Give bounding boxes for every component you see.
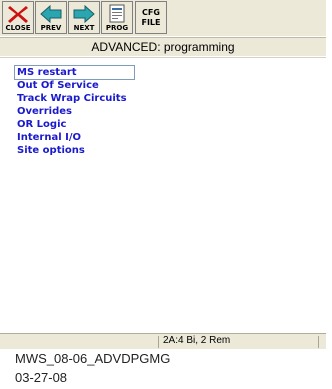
program-document-icon [109, 4, 125, 23]
next-button[interactable]: NEXT [68, 1, 100, 34]
caption-date: 03-27-08 [15, 370, 68, 385]
prog-button[interactable]: PROG [101, 1, 133, 34]
next-button-label: NEXT [73, 24, 95, 32]
close-x-icon [8, 6, 28, 23]
menu-list: MS restart Out Of Service Track Wrap Cir… [14, 65, 135, 157]
title-bar: ADVANCED: programming [0, 37, 326, 56]
menu-item-internal-io[interactable]: Internal I/O [15, 131, 134, 144]
status-text: 2A:4 Bi, 2 Rem [163, 335, 231, 346]
status-divider [158, 336, 159, 348]
prev-button-label: PREV [40, 24, 62, 32]
menu-item-ms-restart[interactable]: MS restart [14, 65, 135, 80]
close-button-label: CLOSE [5, 24, 31, 32]
status-bar: 2A:4 Bi, 2 Rem [0, 333, 326, 349]
menu-item-site-options[interactable]: Site options [15, 144, 134, 157]
prog-button-label: PROG [105, 24, 129, 32]
cfg-label-line1: CFG [142, 8, 160, 17]
status-divider [318, 336, 319, 348]
menu-panel: MS restart Out Of Service Track Wrap Cir… [0, 57, 326, 333]
close-button[interactable]: CLOSE [2, 1, 34, 34]
menu-item-out-of-service[interactable]: Out Of Service [15, 79, 134, 92]
arrow-right-icon [73, 4, 95, 24]
cfg-file-button[interactable]: CFG FILE [135, 1, 167, 34]
arrow-left-icon [40, 4, 62, 24]
toolbar: CLOSE PREV NEXT PROG CFG FILE [0, 0, 326, 36]
menu-item-overrides[interactable]: Overrides [15, 105, 134, 118]
cfg-file-label: CFG FILE [136, 8, 166, 28]
page-title: ADVANCED: programming [91, 40, 235, 54]
cfg-label-line2: FILE [141, 18, 161, 27]
menu-item-or-logic[interactable]: OR Logic [15, 118, 134, 131]
prev-button[interactable]: PREV [35, 1, 67, 34]
menu-item-track-wrap-circuits[interactable]: Track Wrap Circuits [15, 92, 134, 105]
caption-filename: MWS_08-06_ADVDPGMG [15, 351, 171, 366]
